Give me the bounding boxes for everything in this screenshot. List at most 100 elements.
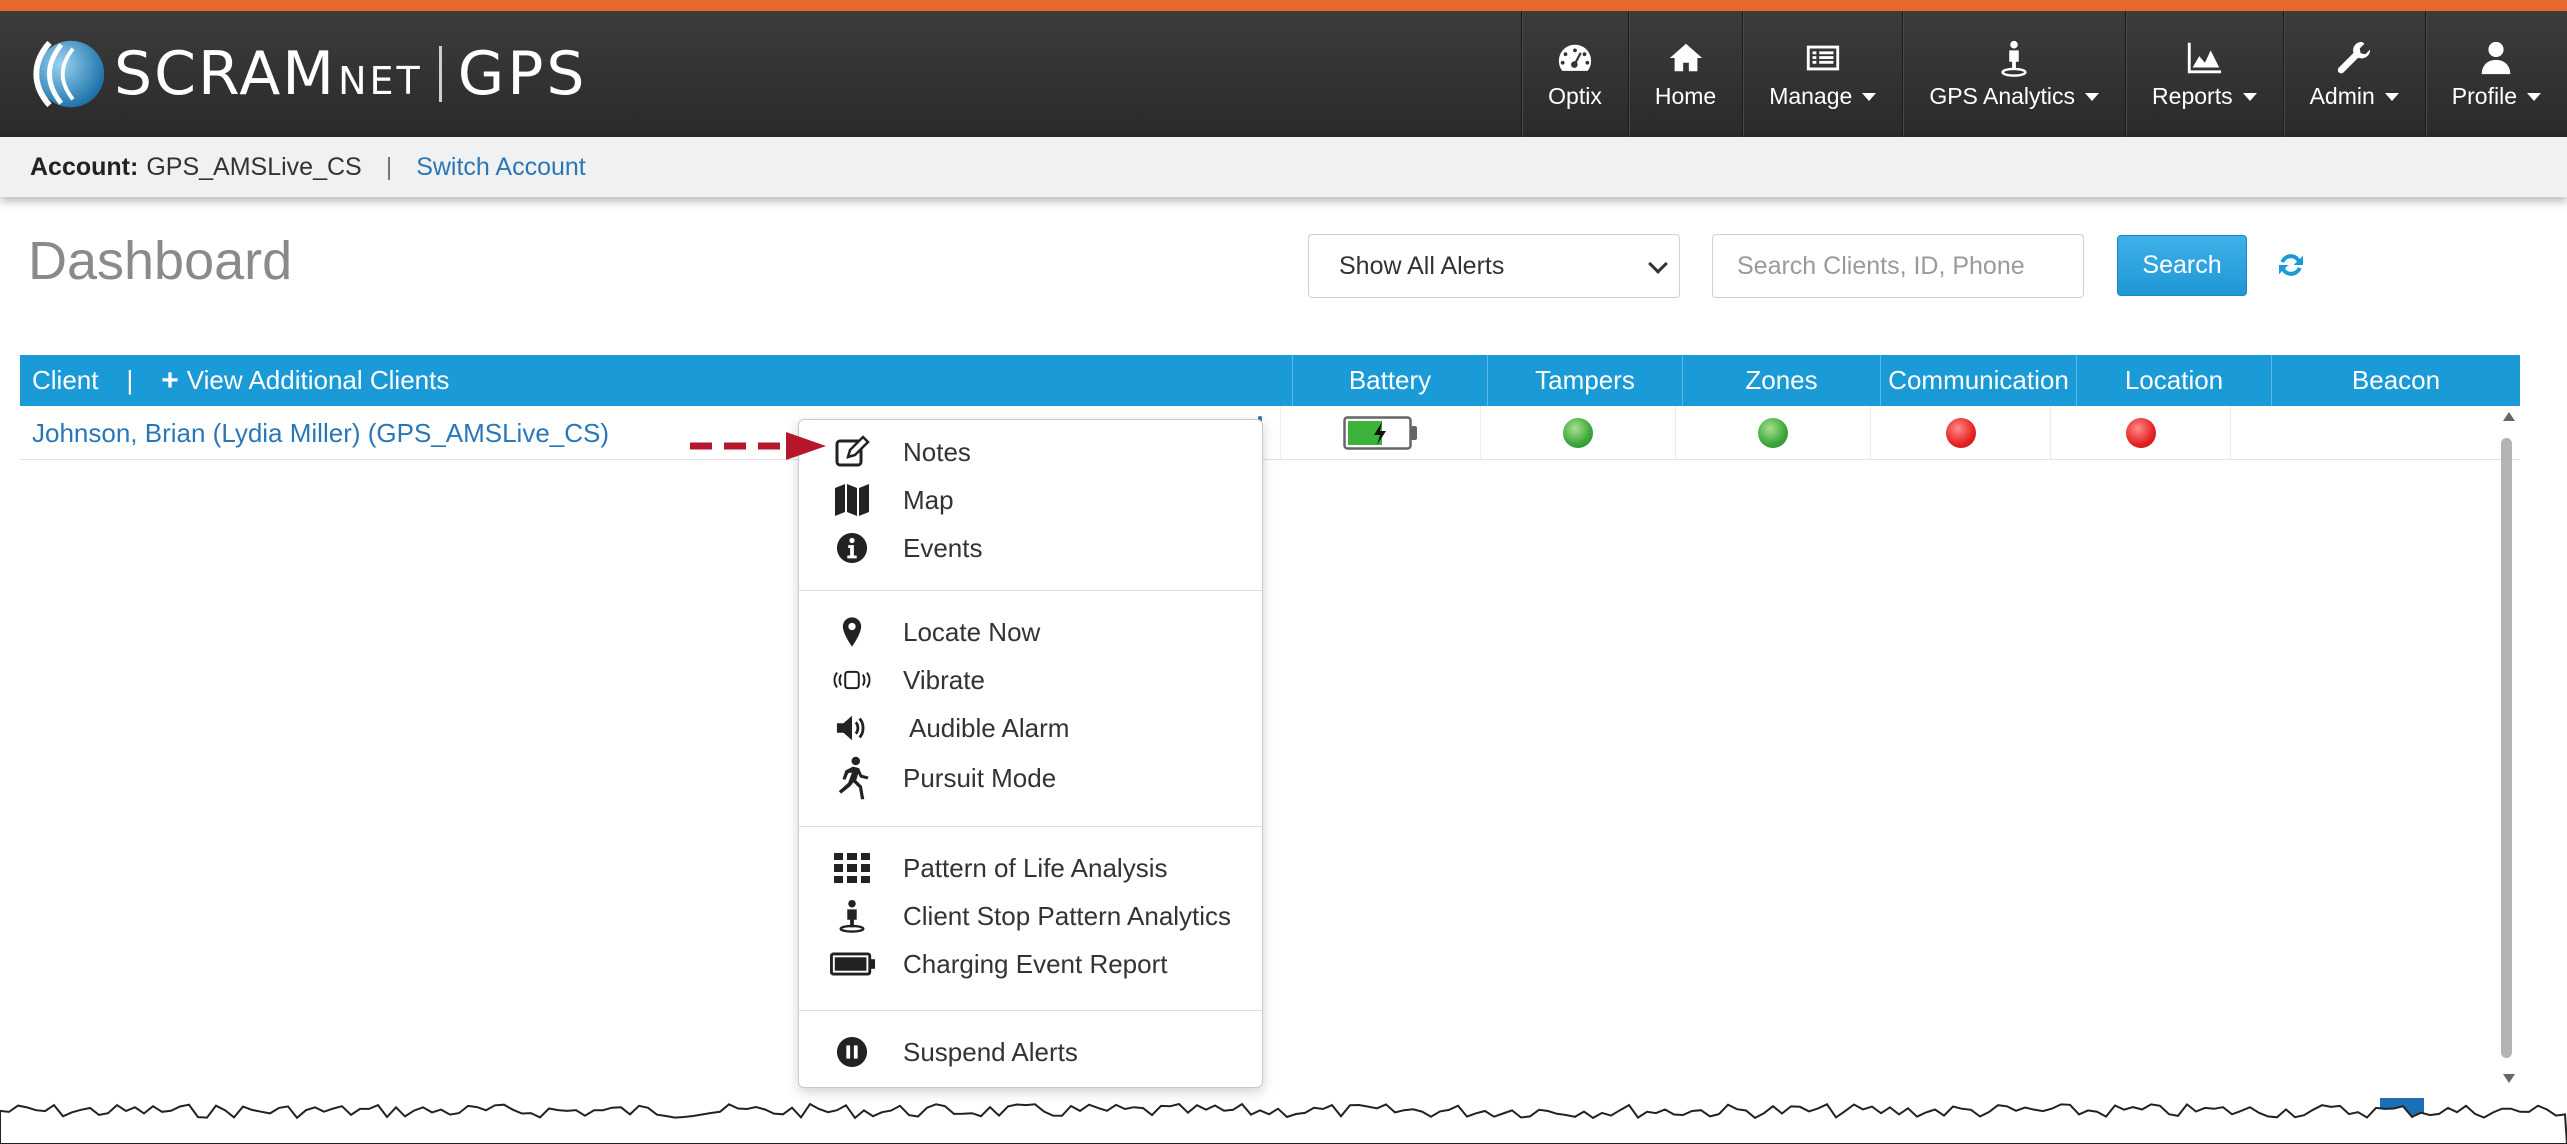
nav-optix-label: Optix [1548,82,1602,109]
menu-divider [799,826,1262,827]
logo-scram: SCRAM [114,39,337,109]
scroll-up-arrow[interactable] [2503,412,2515,421]
nav-gps-analytics-label: GPS Analytics [1929,83,2100,110]
nav-profile[interactable]: Profile [2424,11,2567,137]
home-icon [1669,43,1702,71]
scroll-down-arrow[interactable] [2503,1074,2515,1083]
top-navbar: SCRAM NET GPS Optix Home Manage GPS Anal… [0,11,2567,137]
beacon-column-header[interactable]: Beacon [2271,355,2520,406]
menu-divider [799,1010,1262,1011]
menu-item-charging-event-report[interactable]: Charging Event Report [799,940,1262,988]
menu-item-audible-alarm[interactable]: Audible Alarm [799,704,1262,752]
nav-home[interactable]: Home [1627,11,1742,137]
menu-divider [799,590,1262,591]
wrench-icon [2338,41,2371,73]
communication-cell [1870,406,2050,460]
menu-item-client-stop-pattern-label: Client Stop Pattern Analytics [903,900,1232,931]
battery-charging-icon [1342,416,1417,450]
alert-filter-value: Show All Alerts [1339,251,1505,280]
vibrate-icon [833,663,871,697]
user-icon [2482,41,2511,74]
brand-logo[interactable]: SCRAM NET GPS [30,29,587,119]
plus-icon: + [161,363,179,397]
switch-account-link[interactable]: Switch Account [416,153,586,182]
alert-filter-select[interactable]: Show All Alerts [1308,234,1680,298]
map-pin-icon [833,615,871,649]
client-header-label: Client [32,365,99,395]
zones-status-dot[interactable] [1758,418,1788,448]
speaker-icon [833,711,871,745]
nav-reports-label: Reports [2152,83,2257,110]
menu-item-notes[interactable]: Notes [799,428,1262,476]
refresh-icon[interactable] [2276,250,2306,280]
menu-item-pattern-of-life-label: Pattern of Life Analysis [903,852,1168,883]
menu-item-client-stop-pattern[interactable]: Client Stop Pattern Analytics [799,892,1262,940]
logo-separator [438,46,442,102]
main-nav: Optix Home Manage GPS Analytics Reports … [1521,11,2567,137]
nav-home-label: Home [1654,82,1717,109]
dashboard-gauge-icon [1558,44,1592,71]
menu-item-pursuit-mode[interactable]: Pursuit Mode [799,754,1262,802]
person-pin-icon [2001,40,2027,77]
menu-item-charging-event-report-label: Charging Event Report [903,948,1168,979]
area-chart-icon [2188,42,2222,73]
menu-item-events[interactable]: Events [799,524,1262,572]
menu-item-vibrate-label: Vibrate [903,664,985,695]
header-separator: | [126,365,134,395]
dashed-arrow-icon [690,432,826,460]
battery-column-header[interactable]: Battery [1292,355,1487,406]
torn-edge [0,1102,2567,1144]
menu-item-audible-alarm-label: Audible Alarm [909,712,1070,743]
menu-item-map-label: Map [903,484,954,515]
communication-status-dot[interactable] [1945,418,1976,448]
nav-admin[interactable]: Admin [2282,11,2425,137]
nav-profile-label: Profile [2452,83,2541,110]
nav-manage-label: Manage [1769,83,1877,110]
zones-column-header[interactable]: Zones [1682,355,1880,406]
location-column-header[interactable]: Location [2076,355,2271,406]
running-person-icon [833,756,871,800]
battery-cell [1280,406,1480,460]
pause-circle-icon [833,1035,871,1069]
menu-item-events-label: Events [903,532,983,563]
menu-item-vibrate[interactable]: Vibrate [799,656,1262,704]
location-status-dot[interactable] [2125,418,2156,448]
list-icon [1806,45,1839,70]
nav-gps-analytics[interactable]: GPS Analytics [1902,11,2125,137]
info-circle-icon [833,531,871,565]
logo-net: NET [338,59,423,103]
menu-item-notes-label: Notes [903,436,971,467]
accent-bar [0,0,2567,11]
menu-item-pattern-of-life[interactable]: Pattern of Life Analysis [799,844,1262,892]
battery-full-icon [829,947,877,981]
tampers-column-header[interactable]: Tampers [1487,355,1682,406]
edit-note-icon [833,435,871,469]
view-additional-clients-link[interactable]: View Additional Clients [187,365,450,396]
location-cell [2050,406,2230,460]
menu-item-map[interactable]: Map [799,476,1262,524]
client-name-link[interactable]: Johnson, Brian (Lydia Miller) (GPS_AMSLi… [32,418,609,449]
menu-item-pursuit-mode-label: Pursuit Mode [903,762,1057,793]
chevron-down-icon [1648,254,1668,274]
vertical-scrollbar[interactable] [2501,438,2512,1058]
menu-item-locate-now[interactable]: Locate Now [799,608,1262,656]
nav-manage[interactable]: Manage [1742,11,1902,137]
person-pin-icon [833,899,871,933]
swoosh-logo-icon [30,35,108,113]
menu-item-suspend-alerts[interactable]: Suspend Alerts [799,1028,1262,1076]
logo-gps: GPS [457,39,588,109]
nav-reports[interactable]: Reports [2125,11,2283,137]
account-bar: Account: GPS_AMSLive_CS | Switch Account [0,137,2567,197]
tampers-cell [1480,406,1675,460]
tampers-status-dot[interactable] [1563,418,1593,448]
search-button[interactable]: Search [2117,235,2247,296]
map-icon [833,483,871,517]
client-context-menu: Notes Map Events Locate Now Vibrate Audi… [798,419,1263,1088]
page-title: Dashboard [28,231,293,291]
menu-item-locate-now-label: Locate Now [903,616,1041,647]
nav-optix[interactable]: Optix [1521,11,1628,137]
client-table-header: Client | + View Additional Clients Batte… [20,355,2520,406]
grid-icon [833,851,871,885]
client-search-input[interactable] [1712,234,2084,298]
communication-column-header[interactable]: Communication [1880,355,2076,406]
